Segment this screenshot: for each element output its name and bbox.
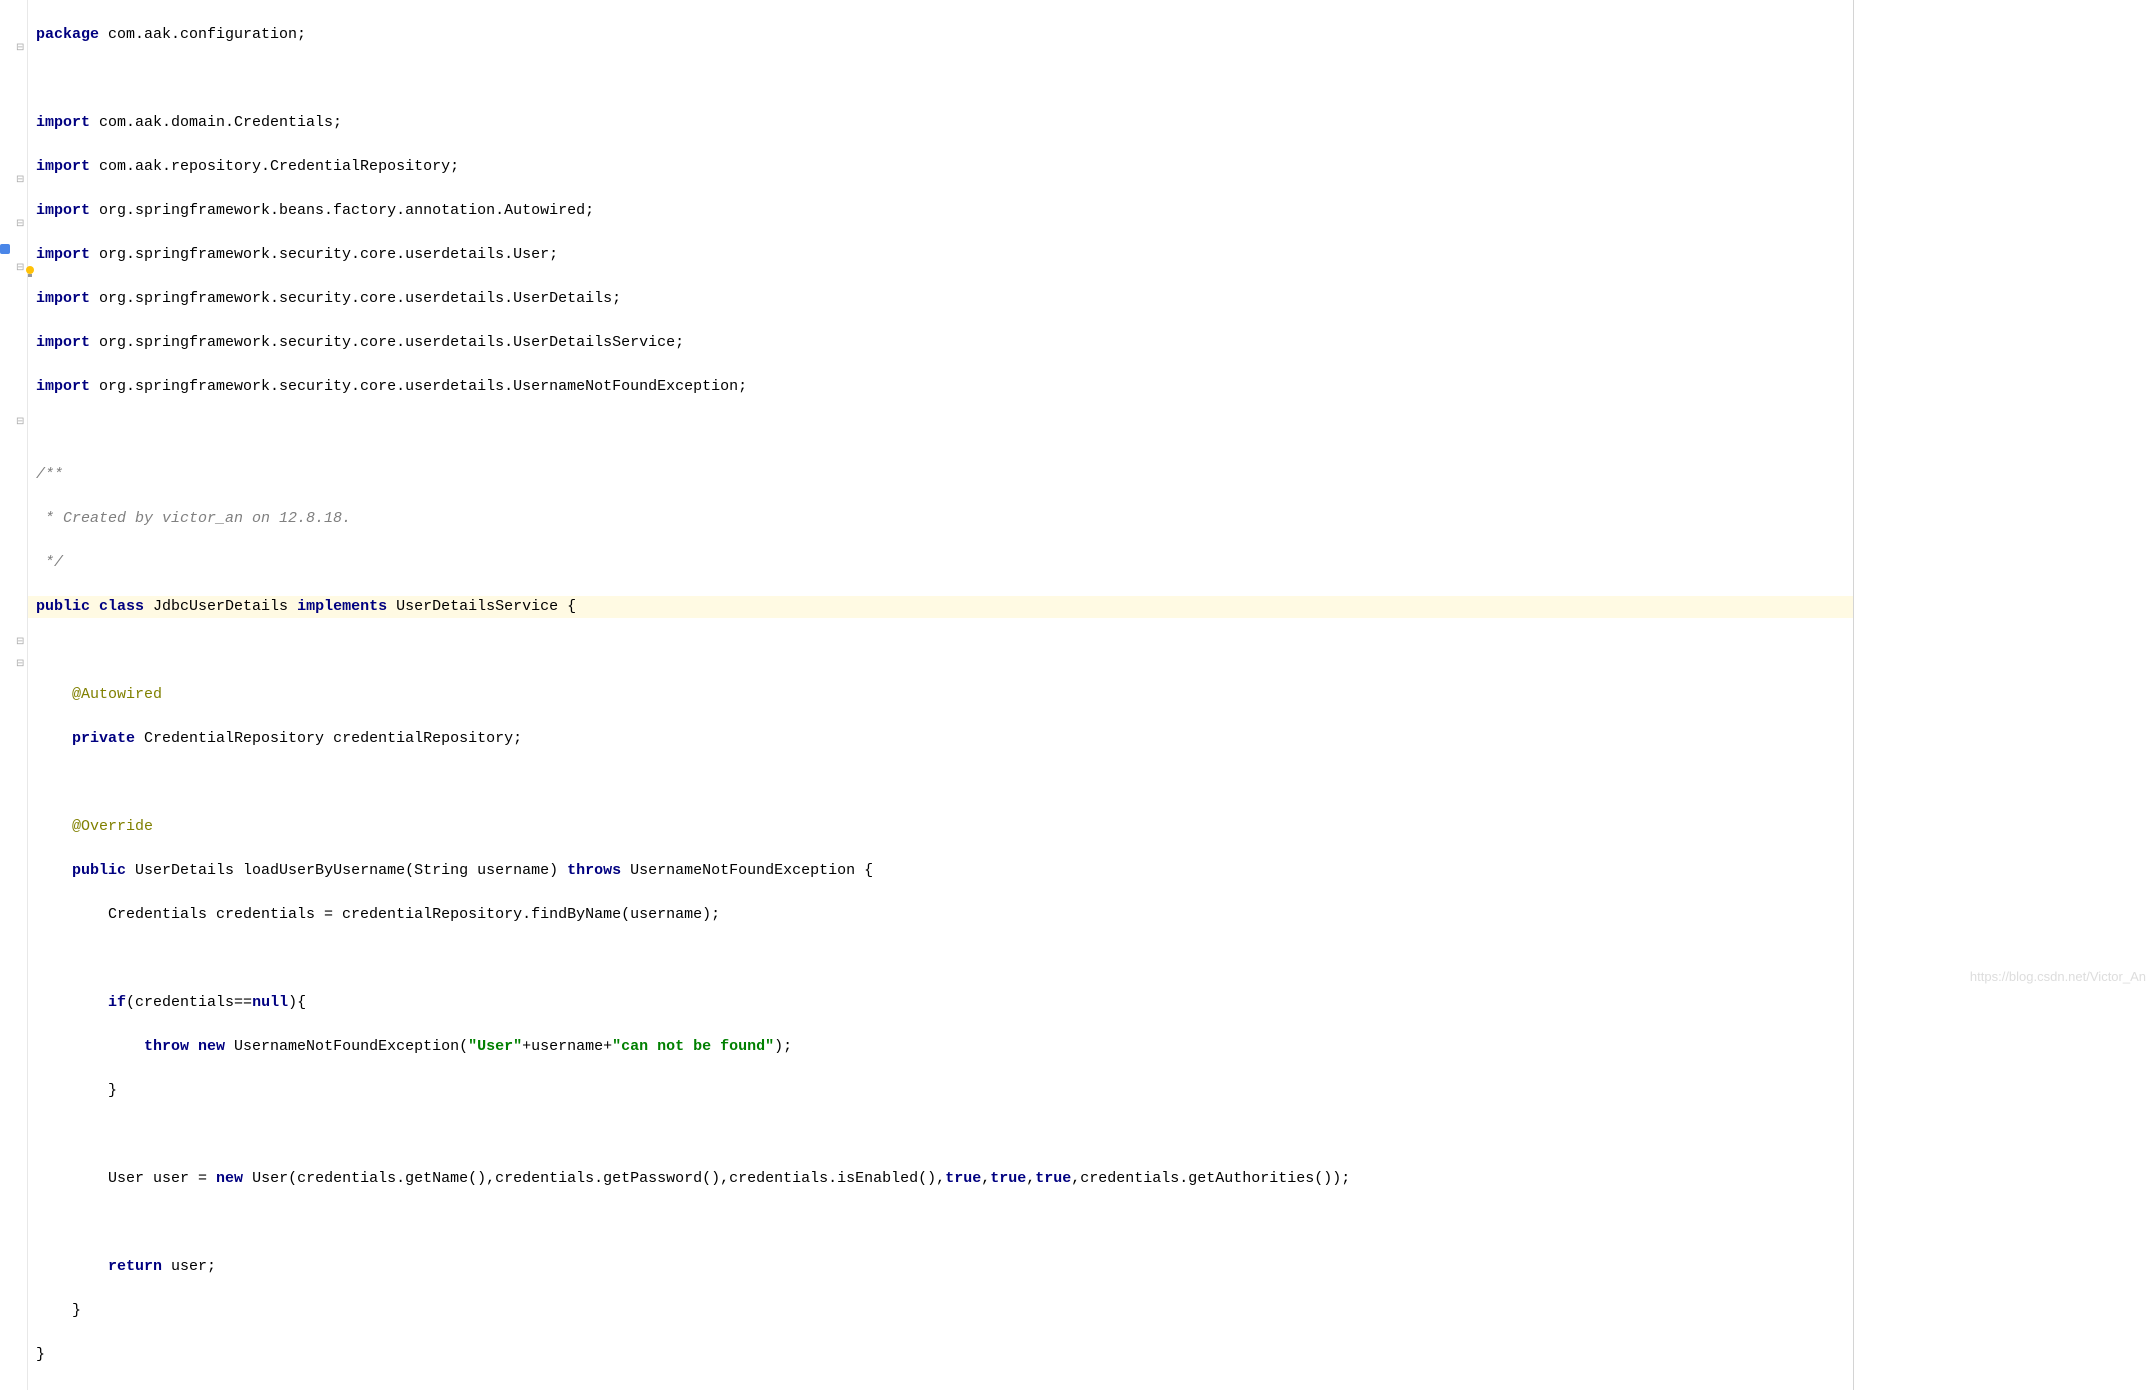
code-line: /** — [36, 464, 1845, 486]
code-line: import com.aak.domain.Credentials; — [36, 112, 1845, 134]
fold-icon[interactable]: ⊟ — [16, 174, 26, 184]
code-line — [36, 1212, 1845, 1234]
code-line — [36, 1124, 1845, 1146]
watermark-text: https://blog.csdn.net/Victor_An — [1970, 969, 2146, 984]
code-line: private CredentialRepository credentialR… — [36, 728, 1845, 750]
code-line: Credentials credentials = credentialRepo… — [36, 904, 1845, 926]
fold-icon[interactable]: ⊟ — [16, 416, 26, 426]
code-line: import org.springframework.beans.factory… — [36, 200, 1845, 222]
code-line: package com.aak.configuration; — [36, 24, 1845, 46]
code-editor[interactable]: package com.aak.configuration; import co… — [28, 0, 1854, 1390]
code-line: throw new UsernameNotFoundException("Use… — [36, 1036, 1845, 1058]
code-line: if(credentials==null){ — [36, 992, 1845, 1014]
code-line: import org.springframework.security.core… — [36, 376, 1845, 398]
code-line: * Created by victor_an on 12.8.18. — [36, 508, 1845, 530]
code-line: import org.springframework.security.core… — [36, 332, 1845, 354]
code-line — [36, 420, 1845, 442]
fold-icon[interactable]: ⊟ — [16, 218, 26, 228]
editor-gutter: ⊟ ⊟ ⊟ ⊟ ⊟ ⊟ ⊟ — [0, 0, 28, 1390]
code-line: import org.springframework.security.core… — [36, 244, 1845, 266]
code-line-active: public class JdbcUserDetails implements … — [28, 596, 1853, 618]
code-line — [36, 68, 1845, 90]
code-line: public UserDetails loadUserByUsername(St… — [36, 860, 1845, 882]
code-line: */ — [36, 552, 1845, 574]
fold-icon[interactable]: ⊟ — [16, 658, 26, 668]
fold-icon[interactable]: ⊟ — [16, 636, 26, 646]
fold-icon[interactable]: ⊟ — [16, 42, 26, 52]
code-line: } — [36, 1080, 1845, 1102]
code-line: @Override — [36, 816, 1845, 838]
code-line: return user; — [36, 1256, 1845, 1278]
code-line: } — [36, 1344, 1845, 1366]
code-line: import com.aak.repository.CredentialRepo… — [36, 156, 1845, 178]
code-line: import org.springframework.security.core… — [36, 288, 1845, 310]
code-line: User user = new User(credentials.getName… — [36, 1168, 1845, 1190]
code-line: @Autowired — [36, 684, 1845, 706]
code-line — [36, 948, 1845, 970]
code-line — [36, 640, 1845, 662]
code-line — [36, 772, 1845, 794]
code-line: } — [36, 1300, 1845, 1322]
marker-icon — [0, 244, 10, 254]
